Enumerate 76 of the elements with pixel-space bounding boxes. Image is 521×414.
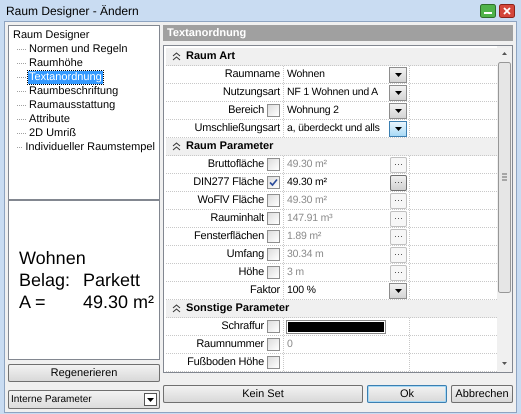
property-label: Bereich (228, 103, 264, 118)
panel-header: Textanordnung (163, 25, 513, 41)
tree-item[interactable]: Individueller Raumstempel (24, 141, 156, 154)
value-text[interactable]: a, überdeckt und alls (287, 120, 380, 136)
property-label: Höhe (238, 265, 264, 280)
property-label: Fußboden Höhe (187, 355, 264, 370)
scrollbar[interactable] (497, 46, 512, 372)
property-label: Umfang (226, 247, 264, 262)
collapse-icon[interactable] (172, 142, 181, 151)
property-label: Raumnummer (196, 337, 264, 352)
caret-icon (394, 126, 402, 130)
minimize-icon[interactable] (480, 4, 496, 18)
dropdown-button[interactable] (389, 84, 407, 100)
tree-item[interactable]: Raum Designer (12, 29, 156, 42)
checkbox[interactable] (267, 158, 280, 171)
close-icon[interactable] (499, 4, 515, 18)
caret-icon (394, 90, 402, 94)
caret-icon (147, 398, 154, 402)
property-label: Bruttofläche (208, 157, 264, 172)
property-label: DIN277 Fläche (193, 175, 264, 190)
checkbox[interactable] (267, 320, 280, 333)
value-text[interactable]: Wohnen (287, 66, 325, 82)
checkbox[interactable] (267, 212, 280, 225)
property-label: WoFlV Fläche (198, 193, 264, 208)
window-title: Raum Designer - Ändern (6, 3, 139, 20)
collapse-icon[interactable] (172, 52, 181, 61)
caret-icon (394, 108, 402, 112)
value-text[interactable]: NF 1 Wohnen und A (287, 84, 378, 100)
preview-text: 49.30 m² (83, 291, 154, 313)
preview-text: Parkett (83, 269, 140, 291)
property-label: Nutzungsart (222, 85, 280, 100)
parameter-select[interactable]: Interne Parameter (8, 390, 160, 409)
dropdown-button[interactable] (389, 282, 407, 298)
checkbox[interactable] (267, 230, 280, 243)
ellipsis-button[interactable] (390, 174, 407, 190)
tree-item[interactable]: Normen und Regeln (28, 43, 128, 56)
dropdown-button[interactable] (389, 120, 407, 136)
property-label: Fensterflächen (194, 229, 264, 244)
property-label: Raumname (224, 67, 280, 82)
dialog-button[interactable]: Ok (367, 385, 447, 403)
property-label: Faktor (250, 283, 280, 298)
dropdown-button[interactable] (389, 66, 407, 82)
collapse-icon[interactable] (172, 304, 181, 313)
checkbox[interactable] (267, 194, 280, 207)
tree-item[interactable]: Attribute (28, 113, 71, 126)
dropdown-button[interactable] (389, 102, 407, 118)
tree-item[interactable]: Raumausstattung (28, 99, 116, 112)
property-label: Schraffur (221, 319, 264, 334)
value-text[interactable]: 49.30 m² (287, 174, 327, 190)
checkbox[interactable] (267, 356, 280, 369)
property-label: Umschließungsart (194, 121, 280, 136)
caret-icon (394, 288, 402, 292)
checkbox[interactable] (267, 104, 280, 117)
section-header[interactable]: Raum Art (166, 48, 497, 66)
checkbox[interactable] (267, 266, 280, 279)
value-text[interactable]: Wohnung 2 (287, 102, 339, 118)
regenerate-button[interactable]: Regenerieren (8, 364, 160, 382)
preview-text: A = (19, 291, 47, 313)
tree-item[interactable]: 2D Umriß (28, 127, 78, 140)
checkbox[interactable] (267, 248, 280, 261)
checkbox[interactable] (267, 176, 280, 189)
dialog-button[interactable]: Kein Set (163, 385, 363, 403)
section-header[interactable]: Raum Parameter (166, 138, 497, 156)
caret-icon (394, 72, 402, 76)
value-text[interactable]: 100 % (287, 282, 316, 298)
section-header[interactable]: Sonstige Parameter (166, 300, 497, 318)
value-text[interactable]: 147.91 m³ (287, 210, 332, 226)
dialog-button[interactable]: Abbrechen (451, 385, 513, 403)
preview-text: Wohnen (19, 247, 86, 269)
preview-text: Belag: (19, 269, 72, 291)
tree-item[interactable]: Raumbeschriftung (28, 85, 120, 98)
value-text[interactable]: 1.89 m² (287, 228, 322, 244)
tree-item[interactable]: Raumhöhe (28, 57, 84, 70)
checkbox[interactable] (267, 338, 280, 351)
property-label: Rauminhalt (210, 211, 264, 226)
color-swatch[interactable] (286, 320, 386, 334)
